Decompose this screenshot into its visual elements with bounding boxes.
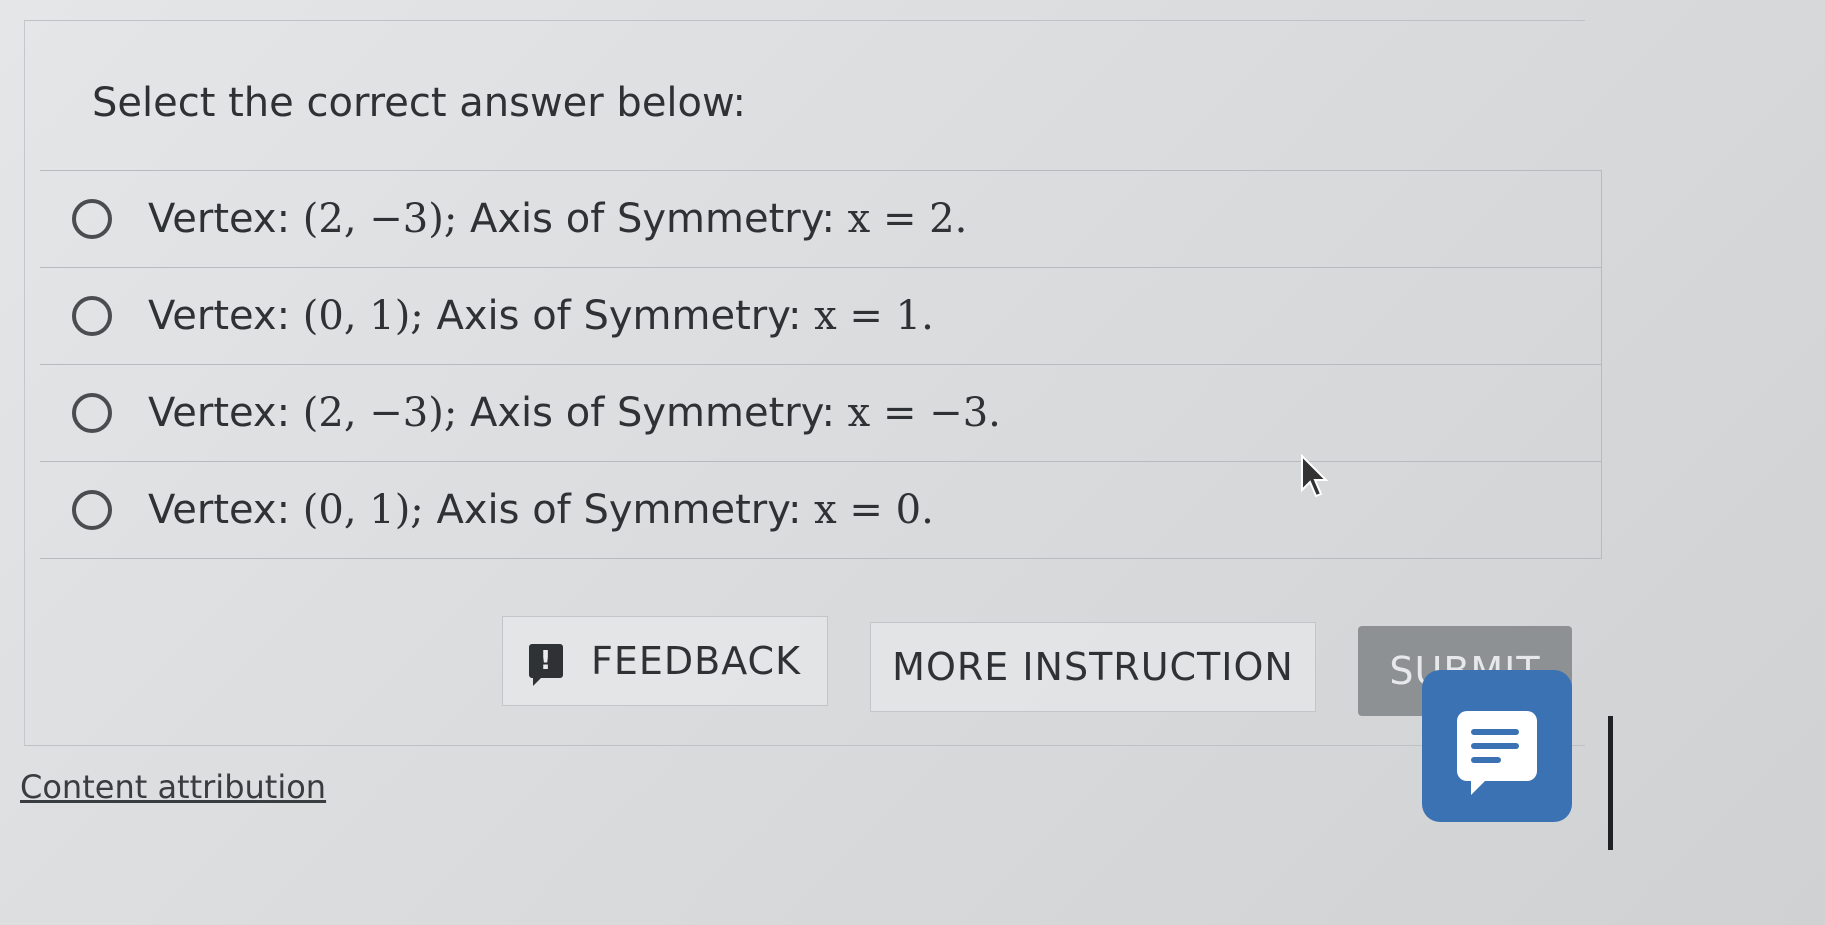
more-instruction-label: MORE INSTRUCTION — [892, 645, 1294, 689]
feedback-icon: ! — [529, 644, 563, 686]
answer-option-3[interactable]: Vertex: (2, −3); Axis of Symmetry: x = −… — [40, 365, 1602, 462]
radio-icon[interactable] — [72, 393, 112, 433]
answer-option-label: Vertex: (2, −3); Axis of Symmetry: x = 2… — [148, 196, 968, 242]
screen-edge-divider — [1608, 716, 1613, 850]
answer-option-label: Vertex: (0, 1); Axis of Symmetry: x = 0. — [148, 487, 934, 533]
chat-widget-button[interactable] — [1422, 670, 1572, 822]
answer-option-4[interactable]: Vertex: (0, 1); Axis of Symmetry: x = 0. — [40, 462, 1602, 559]
radio-icon[interactable] — [72, 490, 112, 530]
answer-option-label: Vertex: (0, 1); Axis of Symmetry: x = 1. — [148, 293, 934, 339]
answer-options: Vertex: (2, −3); Axis of Symmetry: x = 2… — [40, 170, 1602, 559]
radio-icon[interactable] — [72, 199, 112, 239]
feedback-button[interactable]: ! FEEDBACK — [502, 616, 828, 706]
feedback-button-label: FEEDBACK — [591, 639, 801, 683]
content-attribution-link[interactable]: Content attribution — [20, 768, 326, 806]
answer-option-1[interactable]: Vertex: (2, −3); Axis of Symmetry: x = 2… — [40, 171, 1602, 268]
radio-icon[interactable] — [72, 296, 112, 336]
more-instruction-button[interactable]: MORE INSTRUCTION — [870, 622, 1316, 712]
question-prompt: Select the correct answer below: — [92, 80, 747, 126]
answer-option-2[interactable]: Vertex: (0, 1); Axis of Symmetry: x = 1. — [40, 268, 1602, 365]
answer-option-label: Vertex: (2, −3); Axis of Symmetry: x = −… — [148, 390, 1001, 436]
cursor-icon — [1301, 454, 1329, 498]
chat-icon — [1457, 711, 1537, 795]
